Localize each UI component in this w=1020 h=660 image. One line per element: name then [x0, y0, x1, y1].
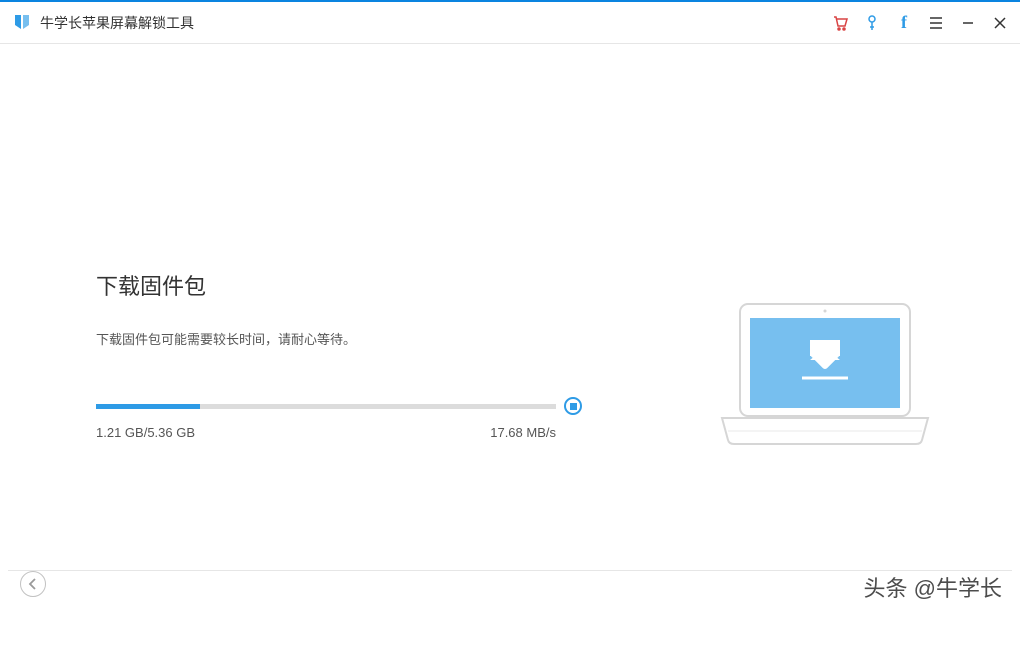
download-speed: 17.68 MB/s	[490, 425, 556, 440]
minimize-icon[interactable]	[960, 15, 976, 31]
progress-fill	[96, 404, 200, 409]
menu-icon[interactable]	[928, 15, 944, 31]
titlebar-right: f	[832, 15, 1008, 31]
download-panel: 下载固件包 下载固件包可能需要较长时间，请耐心等待。 1.21 GB/5.36 …	[96, 269, 576, 440]
app-title: 牛学长苹果屏幕解锁工具	[40, 13, 194, 33]
titlebar: 牛学长苹果屏幕解锁工具 f	[0, 0, 1020, 44]
content: 下载固件包 下载固件包可能需要较长时间，请耐心等待。 1.21 GB/5.36 …	[0, 44, 1020, 615]
progress-labels: 1.21 GB/5.36 GB 17.68 MB/s	[96, 425, 556, 440]
key-icon[interactable]	[864, 15, 880, 31]
downloaded-size: 1.21 GB	[96, 425, 144, 440]
footer-divider	[8, 570, 1012, 571]
watermark-text: 头条 @牛学长	[864, 571, 1002, 603]
close-icon[interactable]	[992, 15, 1008, 31]
app-logo-icon	[12, 13, 32, 33]
stop-button[interactable]	[564, 397, 582, 415]
progress-track	[96, 404, 556, 409]
download-subtext: 下载固件包可能需要较长时间，请耐心等待。	[96, 329, 576, 348]
back-button[interactable]	[20, 571, 46, 597]
laptop-illustration	[710, 296, 940, 461]
progress-size: 1.21 GB/5.36 GB	[96, 425, 195, 440]
facebook-icon[interactable]: f	[896, 15, 912, 31]
titlebar-left: 牛学长苹果屏幕解锁工具	[12, 13, 194, 33]
total-size: 5.36 GB	[147, 425, 195, 440]
cart-icon[interactable]	[832, 15, 848, 31]
progress-bar-container: 1.21 GB/5.36 GB 17.68 MB/s	[96, 404, 556, 440]
download-heading: 下载固件包	[96, 269, 576, 301]
